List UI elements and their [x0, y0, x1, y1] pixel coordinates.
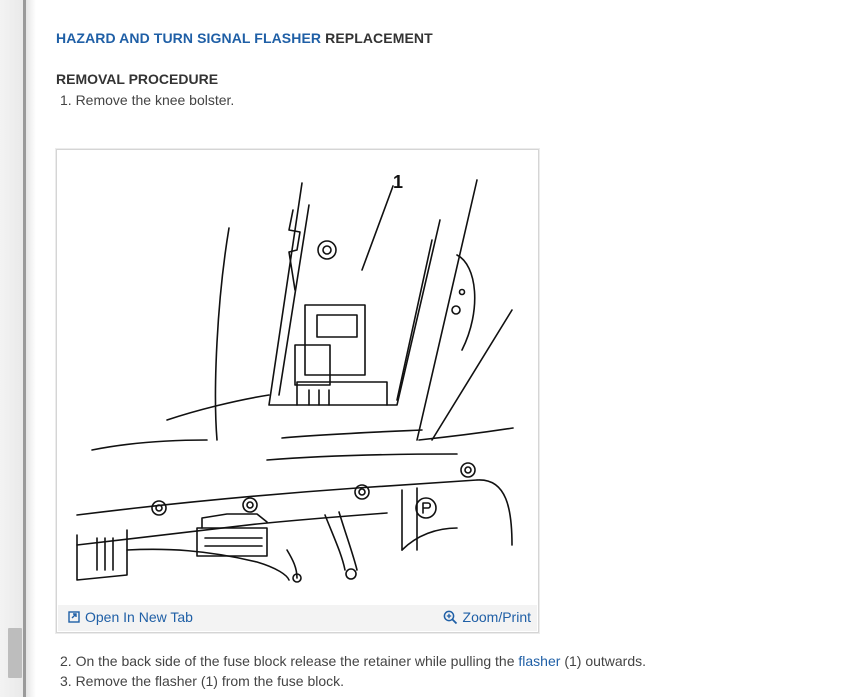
zoom-print-button[interactable]: Zoom/Print [443, 609, 531, 625]
open-in-new-tab-icon [68, 611, 80, 623]
open-in-new-tab-label: Open In New Tab [85, 609, 193, 625]
figure-toolbar: Open In New Tab Zoom/Print [58, 605, 537, 631]
page-title: HAZARD AND TURN SIGNAL FLASHER REPLACEME… [56, 30, 433, 46]
section-heading: REMOVAL PROCEDURE [56, 71, 219, 87]
scrollbar-thumb[interactable] [8, 628, 22, 678]
fuse-block-diagram [76, 179, 514, 583]
step-3: 3. Remove the flasher (1) from the fuse … [60, 673, 345, 689]
title-link[interactable]: HAZARD AND TURN SIGNAL FLASHER [56, 30, 321, 46]
zoom-in-icon [443, 610, 457, 624]
step-1: 1. Remove the knee bolster. [60, 92, 235, 108]
callout-number: 1 [393, 172, 404, 192]
zoom-print-label: Zoom/Print [462, 609, 531, 625]
open-in-new-tab-button[interactable]: Open In New Tab [68, 609, 193, 625]
left-shadow [26, 0, 36, 697]
step-2-suffix: (1) outwards. [564, 653, 647, 669]
left-margin [0, 0, 24, 697]
title-rest: REPLACEMENT [325, 30, 433, 46]
figure-illustration: 1 Open In New Tab Zoom/Print [56, 149, 539, 633]
flasher-link[interactable]: flasher [518, 653, 560, 669]
step-2: 2. On the back side of the fuse block re… [60, 653, 646, 669]
step-2-prefix: 2. On the back side of the fuse block re… [60, 653, 515, 669]
